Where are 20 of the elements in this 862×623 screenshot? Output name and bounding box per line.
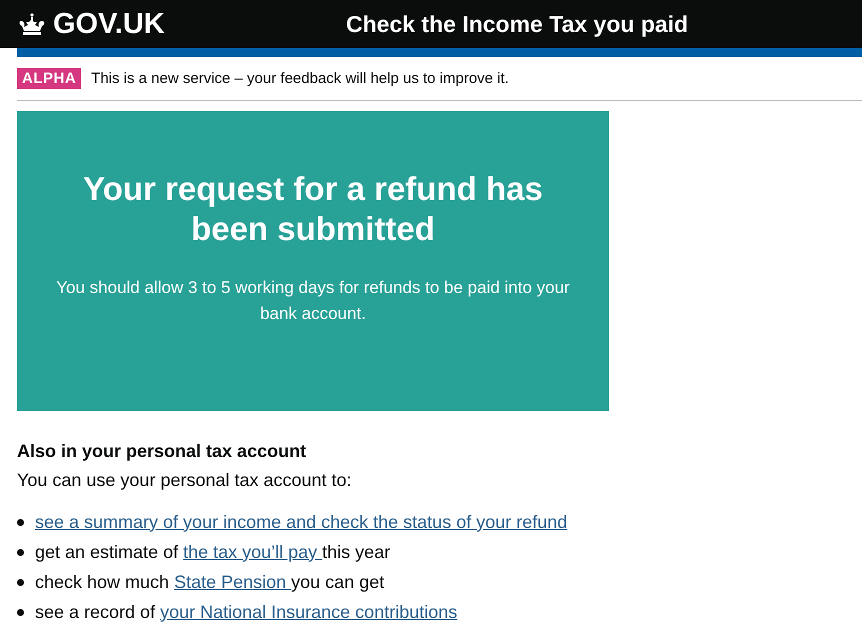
link[interactable]: the tax you’ll pay (183, 542, 322, 562)
phase-tag: ALPHA (17, 68, 82, 89)
list-item-text: get an estimate of the tax you’ll pay this year (35, 542, 390, 562)
panel-body: You should allow 3 to 5 working days for refunds to be paid into your bank account. (55, 277, 571, 325)
bullet-icon (17, 578, 24, 586)
list-item-text: check how much State Pension you can get (35, 572, 384, 592)
service-name[interactable]: Check the Income Tax you paid (346, 10, 688, 38)
list-item-text: see a record of your National Insurance contributions (35, 602, 458, 622)
link[interactable]: State Pension (174, 572, 292, 592)
intro-text: You can use your personal tax account to: (17, 470, 353, 491)
link[interactable]: see a summary of your income and check the status of your refund (35, 512, 568, 532)
link[interactable]: your National Insurance contributions (160, 602, 458, 622)
section-heading: Also in your personal tax account (17, 441, 308, 462)
bullet-icon (17, 608, 24, 616)
govuk-logo-link[interactable]: GOV.UK (17, 8, 317, 40)
panel-title: Your request for a refund has been submitted (82, 169, 544, 249)
phase-banner-text: This is a new service – your feedback will help us to improve it. (91, 70, 509, 87)
bullet-icon (17, 548, 24, 556)
bullet-icon (17, 518, 24, 526)
crown-icon (17, 12, 47, 36)
